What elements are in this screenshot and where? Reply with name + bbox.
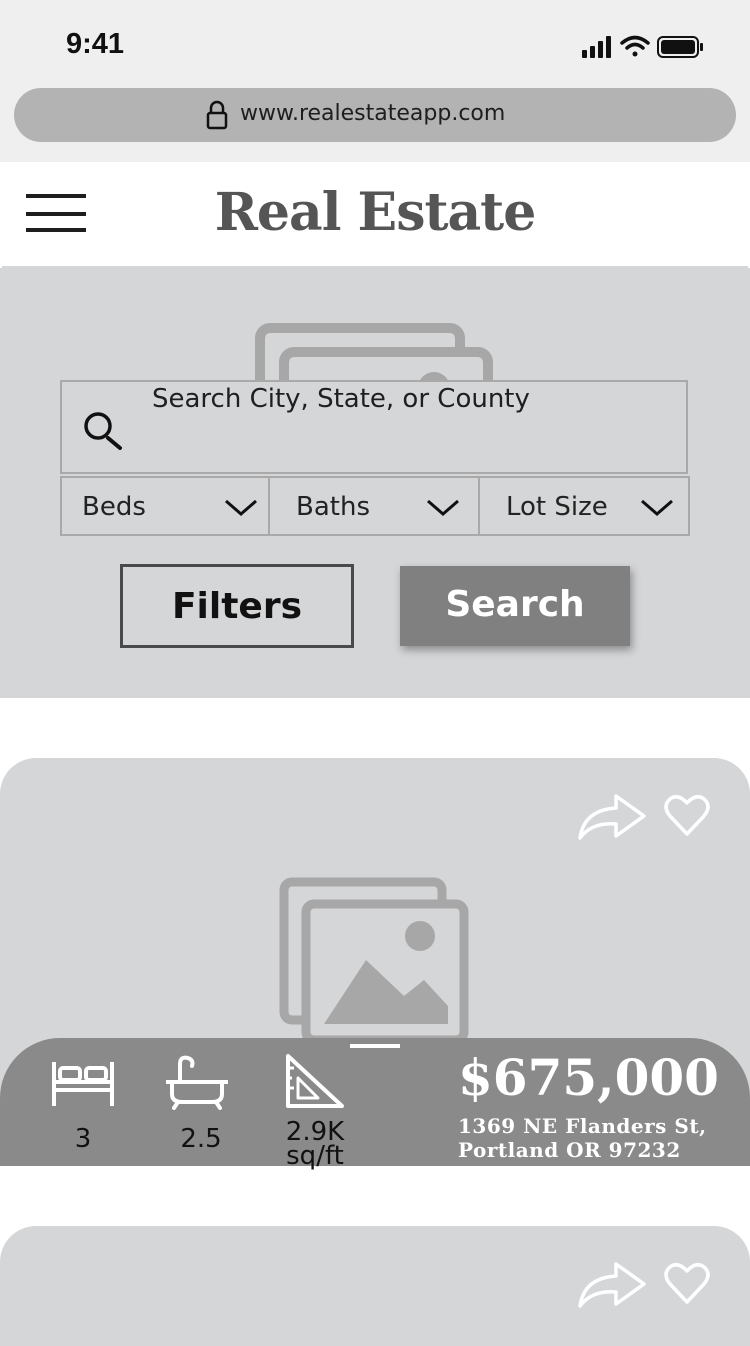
beds-dropdown[interactable]: Beds	[60, 476, 270, 536]
status-time: 9:41	[66, 28, 125, 60]
heart-icon[interactable]	[664, 1262, 710, 1306]
ruler-triangle-icon	[286, 1054, 344, 1108]
chevron-down-icon	[641, 499, 673, 516]
heart-icon[interactable]	[664, 794, 710, 838]
page-title: Real Estate	[214, 182, 537, 243]
chevron-down-icon	[225, 499, 257, 516]
filters-button[interactable]: Filters	[120, 564, 354, 648]
status-icons	[582, 35, 703, 58]
size-value-line2: sq/ft	[286, 1141, 344, 1171]
baths-label: Baths	[296, 492, 370, 522]
listing-price: $675,000	[458, 1048, 719, 1107]
signal-icon	[582, 36, 611, 58]
search-placeholder[interactable]: Search City, State, or County	[152, 384, 530, 414]
bathtub-icon	[166, 1055, 228, 1110]
share-icon[interactable]	[576, 790, 648, 842]
search-button[interactable]: Search	[400, 566, 630, 646]
image-placeholder-icon	[279, 877, 469, 1045]
address-line1: 1369 NE Flanders St,	[458, 1114, 707, 1138]
bed-icon	[52, 1062, 114, 1106]
search-icon	[84, 412, 122, 450]
lock-icon	[206, 100, 228, 130]
baths-dropdown[interactable]: Baths	[268, 476, 480, 536]
wifi-icon	[620, 35, 650, 57]
url-text[interactable]: www.realestateapp.com	[240, 101, 505, 126]
baths-value: 2.5	[180, 1124, 222, 1154]
chevron-down-icon	[427, 499, 459, 516]
share-icon[interactable]	[576, 1258, 648, 1310]
lot-size-label: Lot Size	[506, 492, 608, 522]
address-line2: Portland OR 97232	[458, 1138, 681, 1162]
carousel-indicator[interactable]	[350, 1044, 400, 1048]
battery-icon	[657, 36, 703, 58]
size-value: 2.9K sq/ft	[270, 1119, 360, 1171]
beds-label: Beds	[82, 492, 146, 522]
lot-size-dropdown[interactable]: Lot Size	[478, 476, 690, 536]
listing-address: 1369 NE Flanders St, Portland OR 97232	[458, 1114, 707, 1162]
beds-value: 3	[74, 1124, 92, 1154]
